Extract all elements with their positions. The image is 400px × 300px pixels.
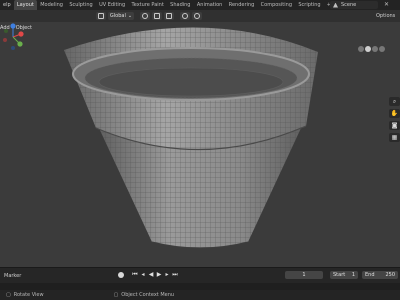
pivot-icon (142, 13, 148, 19)
jump-start-icon[interactable]: ⏮ (132, 271, 138, 278)
tab-sculpting[interactable]: Sculpting (66, 0, 96, 10)
tab-rendering[interactable]: Rendering (226, 0, 258, 10)
scene-icon (333, 2, 338, 8)
scene-name: Scene (341, 2, 357, 8)
camera-icon[interactable]: ◙ (389, 121, 400, 130)
proportional-icon (182, 13, 188, 19)
mouse-right-icon: ▢ (113, 292, 119, 298)
next-keyframe-icon[interactable]: ▸ (164, 271, 170, 278)
tab-compositing[interactable]: Compositing (257, 0, 295, 10)
view-tools: ⌕ ✋ ◙ ▦ (389, 97, 400, 145)
start-frame-field[interactable]: Start 1 (330, 271, 358, 279)
tab-modeling[interactable]: Modeling (37, 0, 66, 10)
y-axis-icon (17, 41, 23, 47)
rendered-shading-icon[interactable] (379, 46, 385, 52)
status-rotate-view: Rotate View (13, 292, 44, 298)
snap-button[interactable] (152, 12, 162, 20)
blender-window: elp Layout Modeling Sculpting UV Editing… (0, 0, 400, 300)
proportional-edit-button[interactable] (180, 12, 190, 20)
close-scene-icon[interactable]: ✕ (384, 1, 389, 8)
play-reverse-icon[interactable]: ◀ (148, 271, 154, 278)
tab-scripting[interactable]: Scripting (295, 0, 324, 10)
zoom-icon[interactable]: ⌕ (389, 97, 400, 106)
solid-shading-icon[interactable] (365, 46, 371, 52)
transform-orientation-dropdown[interactable]: Global ⌄ (108, 12, 134, 20)
options-dropdown[interactable]: Options (376, 13, 395, 19)
playback-controls: ⏮ ◂ ◀ ▶ ▸ ⏭ (118, 271, 178, 278)
tab-uv-editing[interactable]: UV Editing (96, 0, 128, 10)
status-context-menu: Object Context Menu (121, 292, 175, 298)
end-frame-field[interactable]: End 250 (362, 271, 398, 279)
viewport-canvas (64, 27, 318, 249)
tool-header: Global ⌄ (0, 10, 400, 22)
orientation-label: Global (109, 13, 126, 19)
chevron-down-icon: ⌄ (127, 13, 133, 19)
object-menu[interactable]: Object (16, 25, 32, 31)
falloff-button[interactable] (192, 12, 202, 20)
play-icon[interactable]: ▶ (156, 271, 162, 278)
record-icon[interactable] (118, 271, 124, 278)
material-shading-icon[interactable] (372, 46, 378, 52)
start-label: Start (333, 272, 346, 278)
falloff-icon (194, 13, 200, 19)
shading-mode-group (358, 46, 385, 52)
tab-animation[interactable]: Animation (194, 0, 226, 10)
tab-shading[interactable]: Shading (167, 0, 194, 10)
jump-end-icon[interactable]: ⏭ (172, 271, 178, 278)
workspace-bar: elp Layout Modeling Sculpting UV Editing… (0, 0, 400, 10)
start-value: 1 (351, 272, 355, 278)
orientation-icon-button[interactable] (96, 12, 106, 20)
snap-target-button[interactable] (164, 12, 174, 20)
pan-hand-icon[interactable]: ✋ (389, 109, 400, 118)
prev-keyframe-icon[interactable]: ◂ (140, 271, 146, 278)
mouse-icon: ▢ (6, 292, 11, 298)
magnet-icon (154, 13, 160, 19)
menu-help[interactable]: elp (0, 2, 14, 8)
pivot-button[interactable] (140, 12, 150, 20)
marker-menu[interactable]: Marker (4, 273, 114, 279)
current-frame-field[interactable]: 1 (285, 271, 323, 279)
status-bar: ▢ Rotate View ▢ Object Context Menu (0, 290, 400, 300)
scene-selector[interactable]: Scene (330, 1, 378, 9)
3d-viewport[interactable]: ⌕ ✋ ◙ ▦ (0, 22, 400, 267)
viewport-header: Add Object (0, 22, 400, 33)
add-menu[interactable]: Add (0, 25, 10, 31)
end-label: End (365, 272, 375, 278)
snap-target-icon (166, 13, 172, 19)
perspective-grid-icon[interactable]: ▦ (389, 133, 400, 142)
tab-texture-paint[interactable]: Texture Paint (128, 0, 167, 10)
end-value: 250 (385, 272, 395, 278)
axes-icon (98, 13, 104, 19)
timeline-track[interactable] (0, 283, 400, 290)
tab-layout[interactable]: Layout (13, 0, 38, 10)
wireframe-shading-icon[interactable] (358, 46, 364, 52)
